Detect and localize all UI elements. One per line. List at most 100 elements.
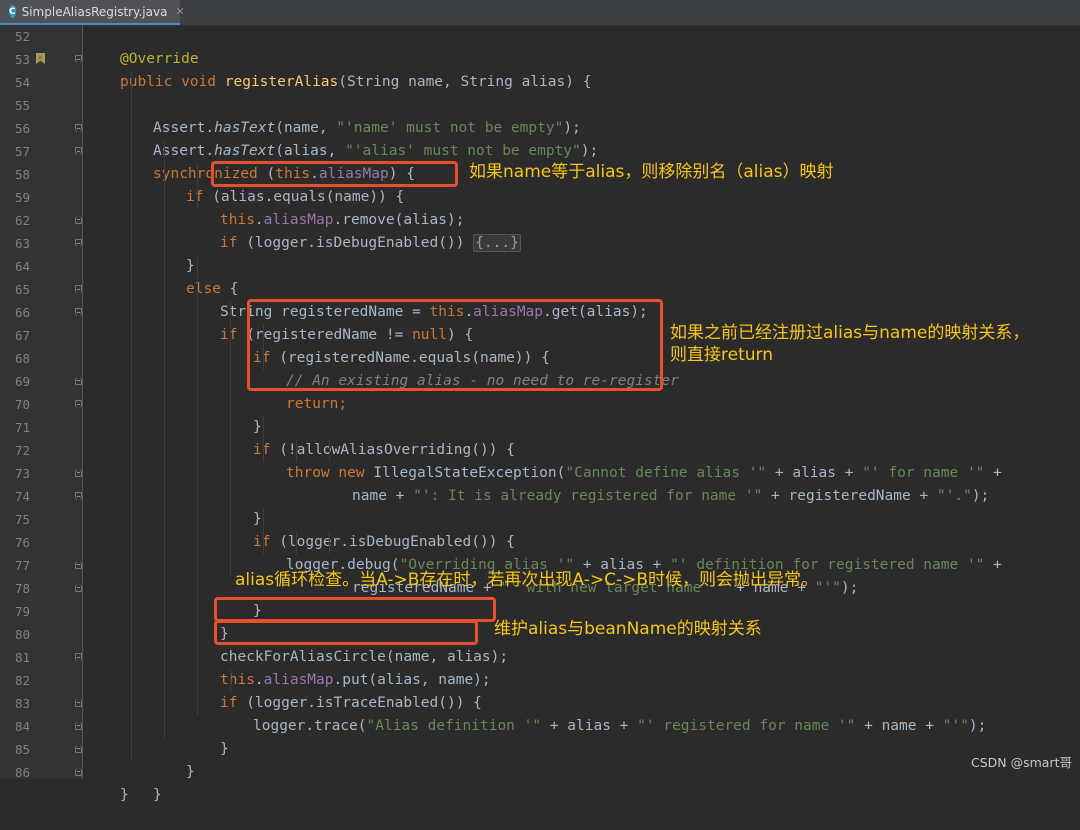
code-line: } (83, 209, 1080, 274)
line-number: 56 (14, 121, 30, 136)
gutter-line: 58 (0, 163, 82, 186)
gutter-line: 78 (0, 577, 82, 600)
line-number: 54 (14, 75, 30, 90)
fold-toggle-icon[interactable] (75, 308, 82, 316)
code-line: } (83, 715, 1080, 780)
line-number: 75 (14, 512, 30, 527)
line-number: 57 (14, 144, 30, 159)
fold-toggle-icon[interactable] (75, 147, 82, 155)
line-number: 82 (14, 673, 30, 688)
line-number: 70 (14, 397, 30, 412)
line-number: 69 (14, 374, 30, 389)
fold-toggle-icon[interactable] (75, 492, 82, 500)
line-number: 64 (14, 259, 30, 274)
code-line: logger.debug("Overriding alias '" + alia… (83, 508, 1080, 573)
gutter-line: 54 (0, 71, 82, 94)
line-number: 73 (14, 466, 30, 481)
gutter-line: 63 (0, 232, 82, 255)
gutter-line: 82 (0, 669, 82, 692)
fold-toggle-icon[interactable] (75, 239, 82, 247)
line-number: 53 (14, 52, 30, 67)
line-number: 77 (14, 558, 30, 573)
line-number: 55 (14, 98, 30, 113)
gutter-line: 80 (0, 623, 82, 646)
gutter-line: 83 (0, 692, 82, 715)
fold-toggle-icon[interactable] (75, 377, 82, 385)
highlight-box-put (214, 620, 478, 645)
tab-simple-alias-registry[interactable]: C SimpleAliasRegistry.java ✕ (0, 0, 185, 25)
fold-toggle-icon[interactable] (75, 768, 82, 776)
gutter-line: 76 (0, 531, 82, 554)
java-class-icon: C (9, 5, 16, 18)
line-number: 67 (14, 328, 30, 343)
gutter-line: 65 (0, 278, 82, 301)
gutter-line: 71 (0, 416, 82, 439)
code-line: @Override (83, 25, 1080, 67)
code-line: if (registeredName != null) { (83, 278, 1080, 343)
fold-toggle-icon[interactable] (75, 722, 82, 730)
line-number: 65 (14, 282, 30, 297)
annotation-remove-alias: 如果name等于alias，则移除别名（alias）映射 (469, 162, 834, 182)
gutter-line: 77 (0, 554, 82, 577)
code-line: else { (83, 232, 1080, 297)
fold-toggle-icon[interactable] (75, 699, 82, 707)
fold-toggle-icon[interactable] (75, 469, 82, 477)
code-line: Assert.hasText(alias, "'alias' must not … (83, 94, 1080, 159)
line-number: 86 (14, 765, 30, 780)
fold-toggle-icon[interactable] (75, 653, 82, 661)
gutter-line: 68 (0, 347, 82, 370)
gutter-line: 67 (0, 324, 82, 347)
code-line: } (83, 462, 1080, 527)
annotation-already-registered-line1: 如果之前已经注册过alias与name的映射关系， (670, 323, 1030, 343)
line-number: 59 (14, 190, 30, 205)
fold-toggle-icon[interactable] (75, 400, 82, 408)
code-line: logger.trace("Alias definition '" + alia… (83, 669, 1080, 734)
code-line: if (alias.equals(name)) { (83, 140, 1080, 205)
fold-toggle-icon[interactable] (75, 124, 82, 132)
gutter-line: 55 (0, 94, 82, 117)
line-number: 74 (14, 489, 30, 504)
line-number: 81 (14, 650, 30, 665)
highlight-box-circle-check (214, 597, 496, 622)
code-line: } (120, 787, 129, 803)
line-number: 80 (14, 627, 30, 642)
gutter-line: 84 (0, 715, 82, 738)
watermark: CSDN @smart哥 (970, 755, 1072, 770)
fold-toggle-icon[interactable] (75, 561, 82, 569)
implements-method-icon[interactable] (36, 53, 45, 64)
gutter-line: 59 (0, 186, 82, 209)
gutter-line: 57 (0, 140, 82, 163)
code-line: synchronized (this.aliasMap) { (83, 117, 1080, 182)
gutter-line: 70 (0, 393, 82, 416)
code-line: } (83, 738, 1080, 803)
line-number: 85 (14, 742, 30, 757)
line-number: 52 (14, 29, 30, 44)
code-line: throw new IllegalStateException("Cannot … (83, 416, 1080, 481)
line-number: 84 (14, 719, 30, 734)
gutter-line: 86 (0, 761, 82, 784)
gutter-line: 81 (0, 646, 82, 669)
code-line: } (83, 692, 1080, 757)
line-number: 68 (14, 351, 30, 366)
code-line: name + "': It is already registered for … (83, 439, 1080, 504)
gutter-line: 72 (0, 439, 82, 462)
code-editor[interactable]: @Override public void registerAlias(Stri… (83, 25, 1080, 803)
gutter-line: 64 (0, 255, 82, 278)
gutter-line: 53 (0, 48, 82, 71)
code-line: if (logger.isDebugEnabled()) {...} (83, 186, 1080, 252)
fold-toggle-icon[interactable] (75, 285, 82, 293)
code-line: if (logger.isDebugEnabled()) { (83, 485, 1080, 550)
gutter-line: 52 (0, 25, 82, 48)
line-number: 66 (14, 305, 30, 320)
fold-toggle-icon[interactable] (75, 55, 82, 63)
annotation-maintain-mapping: 维护alias与beanName的映射关系 (494, 619, 762, 639)
gutter-line: 66 (0, 301, 82, 324)
fold-toggle-icon[interactable] (75, 216, 82, 224)
fold-toggle-icon[interactable] (75, 745, 82, 753)
close-icon[interactable]: ✕ (175, 5, 184, 18)
fold-toggle-icon[interactable] (75, 584, 82, 592)
line-number: 79 (14, 604, 30, 619)
line-number: 63 (14, 236, 30, 251)
line-number: 72 (14, 443, 30, 458)
gutter-line: 69 (0, 370, 82, 393)
